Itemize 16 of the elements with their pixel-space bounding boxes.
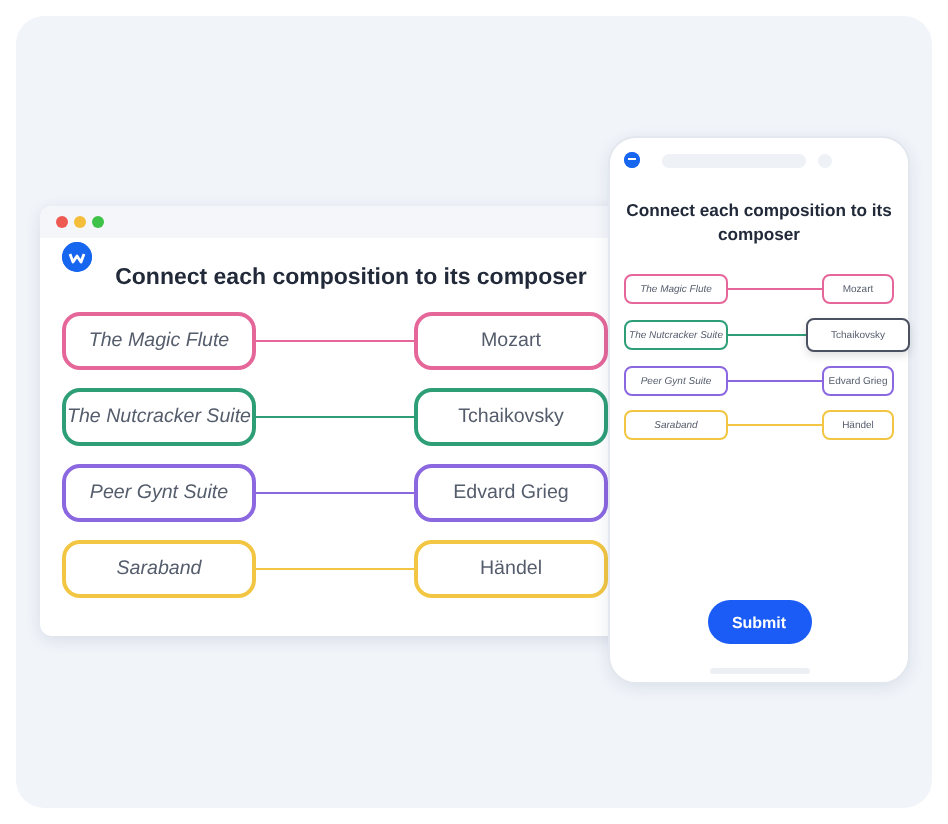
composer-card[interactable]: Händel [414,540,608,598]
composition-card[interactable]: Saraband [62,540,256,598]
minimize-icon[interactable] [74,216,86,228]
logo-icon [62,242,92,272]
logo-icon [624,152,640,168]
composer-card[interactable]: Tchaikovsky [414,388,608,446]
composition-card[interactable]: Peer Gynt Suite [62,464,256,522]
submit-button[interactable]: Submit [707,600,811,644]
composer-card[interactable]: Edvard Grieg [414,464,608,522]
composition-card[interactable]: The Magic Flute [62,312,256,370]
close-icon[interactable] [56,216,68,228]
maximize-icon[interactable] [92,216,104,228]
question-title: Connect each composition to its composer [624,198,894,246]
composition-card[interactable]: The Nutcracker Suite [62,388,256,446]
question-title: Connect each composition to its composer [115,266,587,290]
composer-card[interactable]: Mozart [414,312,608,370]
